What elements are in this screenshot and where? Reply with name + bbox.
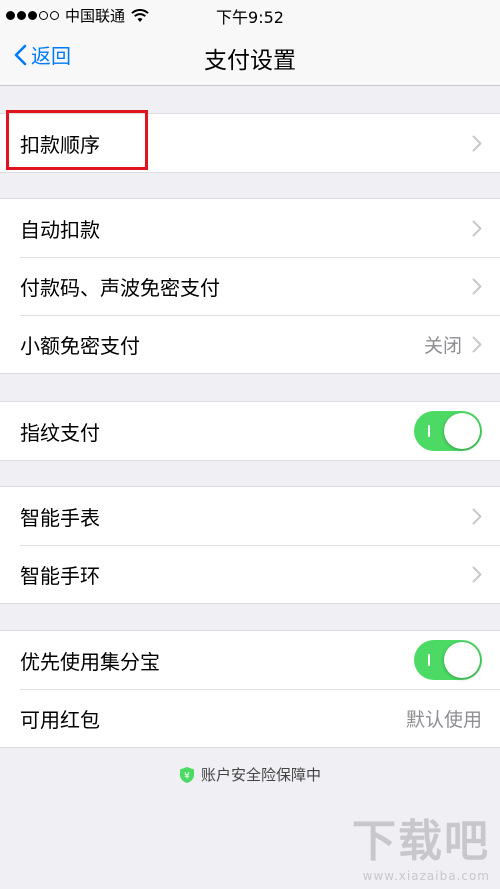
chevron-right-icon [472,135,482,151]
toggle-switch[interactable] [414,411,482,451]
settings-row-label: 可用红包 [20,707,100,732]
insurance-status: ¥ 账户安全险保障中 [0,764,500,785]
settings-row-label: 指纹支付 [20,420,100,445]
switch-knob [444,642,480,678]
settings-row[interactable]: 小额免密支付 关闭 [0,315,500,373]
switch-knob [444,413,480,449]
toggle-switch[interactable] [414,640,482,680]
settings-row[interactable]: 自动扣款 [0,199,500,257]
chevron-right-icon [472,278,482,294]
settings-row[interactable]: 智能手表 [0,487,500,545]
settings-row-value: 关闭 [423,334,462,357]
svg-text:¥: ¥ [184,771,190,781]
insurance-text: 账户安全险保障中 [200,766,321,784]
status-time: 下午9:52 [216,8,284,27]
chevron-right-icon [472,508,482,524]
settings-group: 智能手表 智能手环 [0,486,500,604]
status-bar: 中国联通 下午9:52 [0,0,500,28]
watermark-logo: 下载吧 www.xiazaiba.com [352,816,490,883]
chevron-right-icon [472,566,482,582]
switch-on-indicator [428,425,430,437]
settings-group: 优先使用集分宝 可用红包 默认使用 [0,630,500,748]
settings-row-label: 智能手环 [20,563,100,588]
settings-row-label: 付款码、声波免密支付 [20,275,220,300]
settings-row-label: 优先使用集分宝 [20,649,160,674]
shield-yen-icon: ¥ [179,766,194,783]
settings-row[interactable]: 优先使用集分宝 [0,631,500,689]
chevron-right-icon [472,220,482,236]
page-title: 支付设置 [204,48,296,74]
settings-row-value: 默认使用 [405,708,482,731]
navigation-bar: 返回 支付设置 [0,28,500,86]
settings-row[interactable]: 智能手环 [0,545,500,603]
settings-row[interactable]: 指纹支付 [0,402,500,460]
settings-row-label: 智能手表 [20,505,100,530]
settings-row[interactable]: 可用红包 默认使用 [0,689,500,747]
highlight-box [6,110,148,170]
switch-on-indicator [428,654,430,666]
settings-row[interactable]: 付款码、声波免密支付 [0,257,500,315]
settings-row-label: 小额免密支付 [20,333,140,358]
settings-row-label: 自动扣款 [20,217,100,242]
chevron-right-icon [472,336,482,352]
settings-group: 指纹支付 [0,401,500,461]
settings-group: 自动扣款付款码、声波免密支付 小额免密支付 关闭 [0,198,500,374]
